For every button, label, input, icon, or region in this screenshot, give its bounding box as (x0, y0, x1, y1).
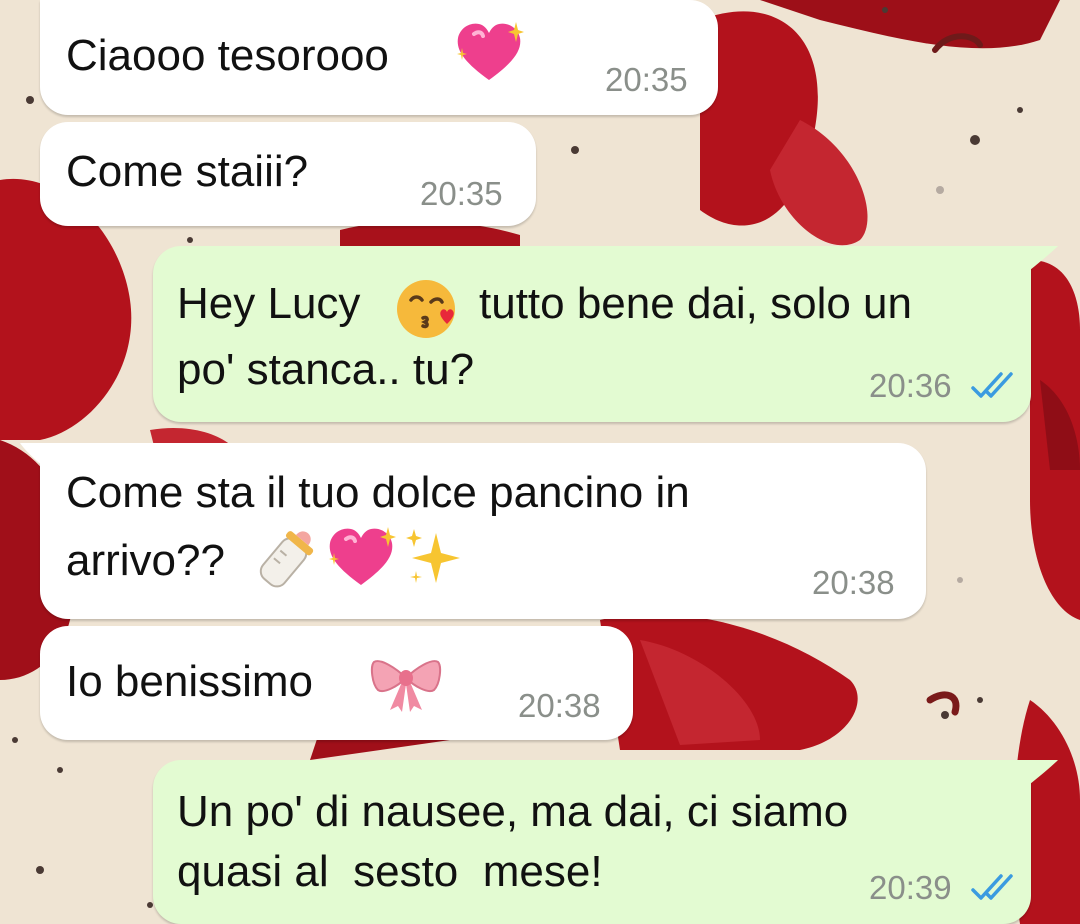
sparkling-heart-icon (329, 527, 396, 585)
ribbon-icon (370, 660, 442, 712)
outgoing-bubble-tail (1030, 760, 1058, 784)
incoming-message-bubble[interactable]: Come sta il tuo dolce pancino in arrivo?… (40, 443, 926, 619)
message-timestamp: 20:35 (420, 175, 503, 212)
message-text-line2: quasi al sesto mese! (177, 847, 603, 896)
message-timestamp: 20:36 (869, 367, 952, 404)
read-receipt-icon (971, 372, 1013, 398)
outgoing-message-bubble[interactable]: Un po' di nausee, ma dai, ci siamo quasi… (153, 760, 1031, 924)
incoming-message-bubble[interactable]: Io benissimo 20:38 (40, 626, 633, 740)
sparkles-icon (406, 529, 460, 583)
sparkling-heart-icon (457, 22, 524, 80)
message-text: Io benissimo (66, 657, 314, 706)
message-text-line2: po' stanca.. tu? (177, 345, 475, 394)
message-text-line2: arrivo?? (66, 536, 225, 585)
message-text-line1: Un po' di nausee, ma dai, ci siamo (177, 787, 849, 836)
baby-bottle-icon (259, 531, 314, 588)
incoming-bubble-tail (20, 443, 44, 467)
message-text-line1-end: tutto bene dai, solo un (479, 279, 912, 328)
face-blowing-kiss-icon (397, 280, 455, 338)
message-timestamp: 20:35 (605, 61, 688, 98)
message-text: Ciaooo tesorooo (66, 31, 389, 80)
incoming-message-bubble[interactable]: Ciaooo tesorooo 20:35 (40, 0, 718, 115)
message-timestamp: 20:39 (869, 869, 952, 906)
incoming-message-bubble[interactable]: Come staiii? 20:35 (40, 122, 536, 226)
message-text-line1: Come sta il tuo dolce pancino in (66, 468, 690, 517)
message-text: Come staiii? (66, 147, 309, 196)
message-timestamp: 20:38 (812, 564, 895, 601)
message-text-line1-start: Hey Lucy (177, 279, 361, 328)
message-timestamp: 20:38 (518, 687, 601, 724)
outgoing-message-bubble[interactable]: Hey Lucy tutto bene dai, solo un po' sta… (153, 246, 1031, 422)
outgoing-bubble-tail (1030, 246, 1058, 270)
read-receipt-icon (971, 874, 1013, 900)
